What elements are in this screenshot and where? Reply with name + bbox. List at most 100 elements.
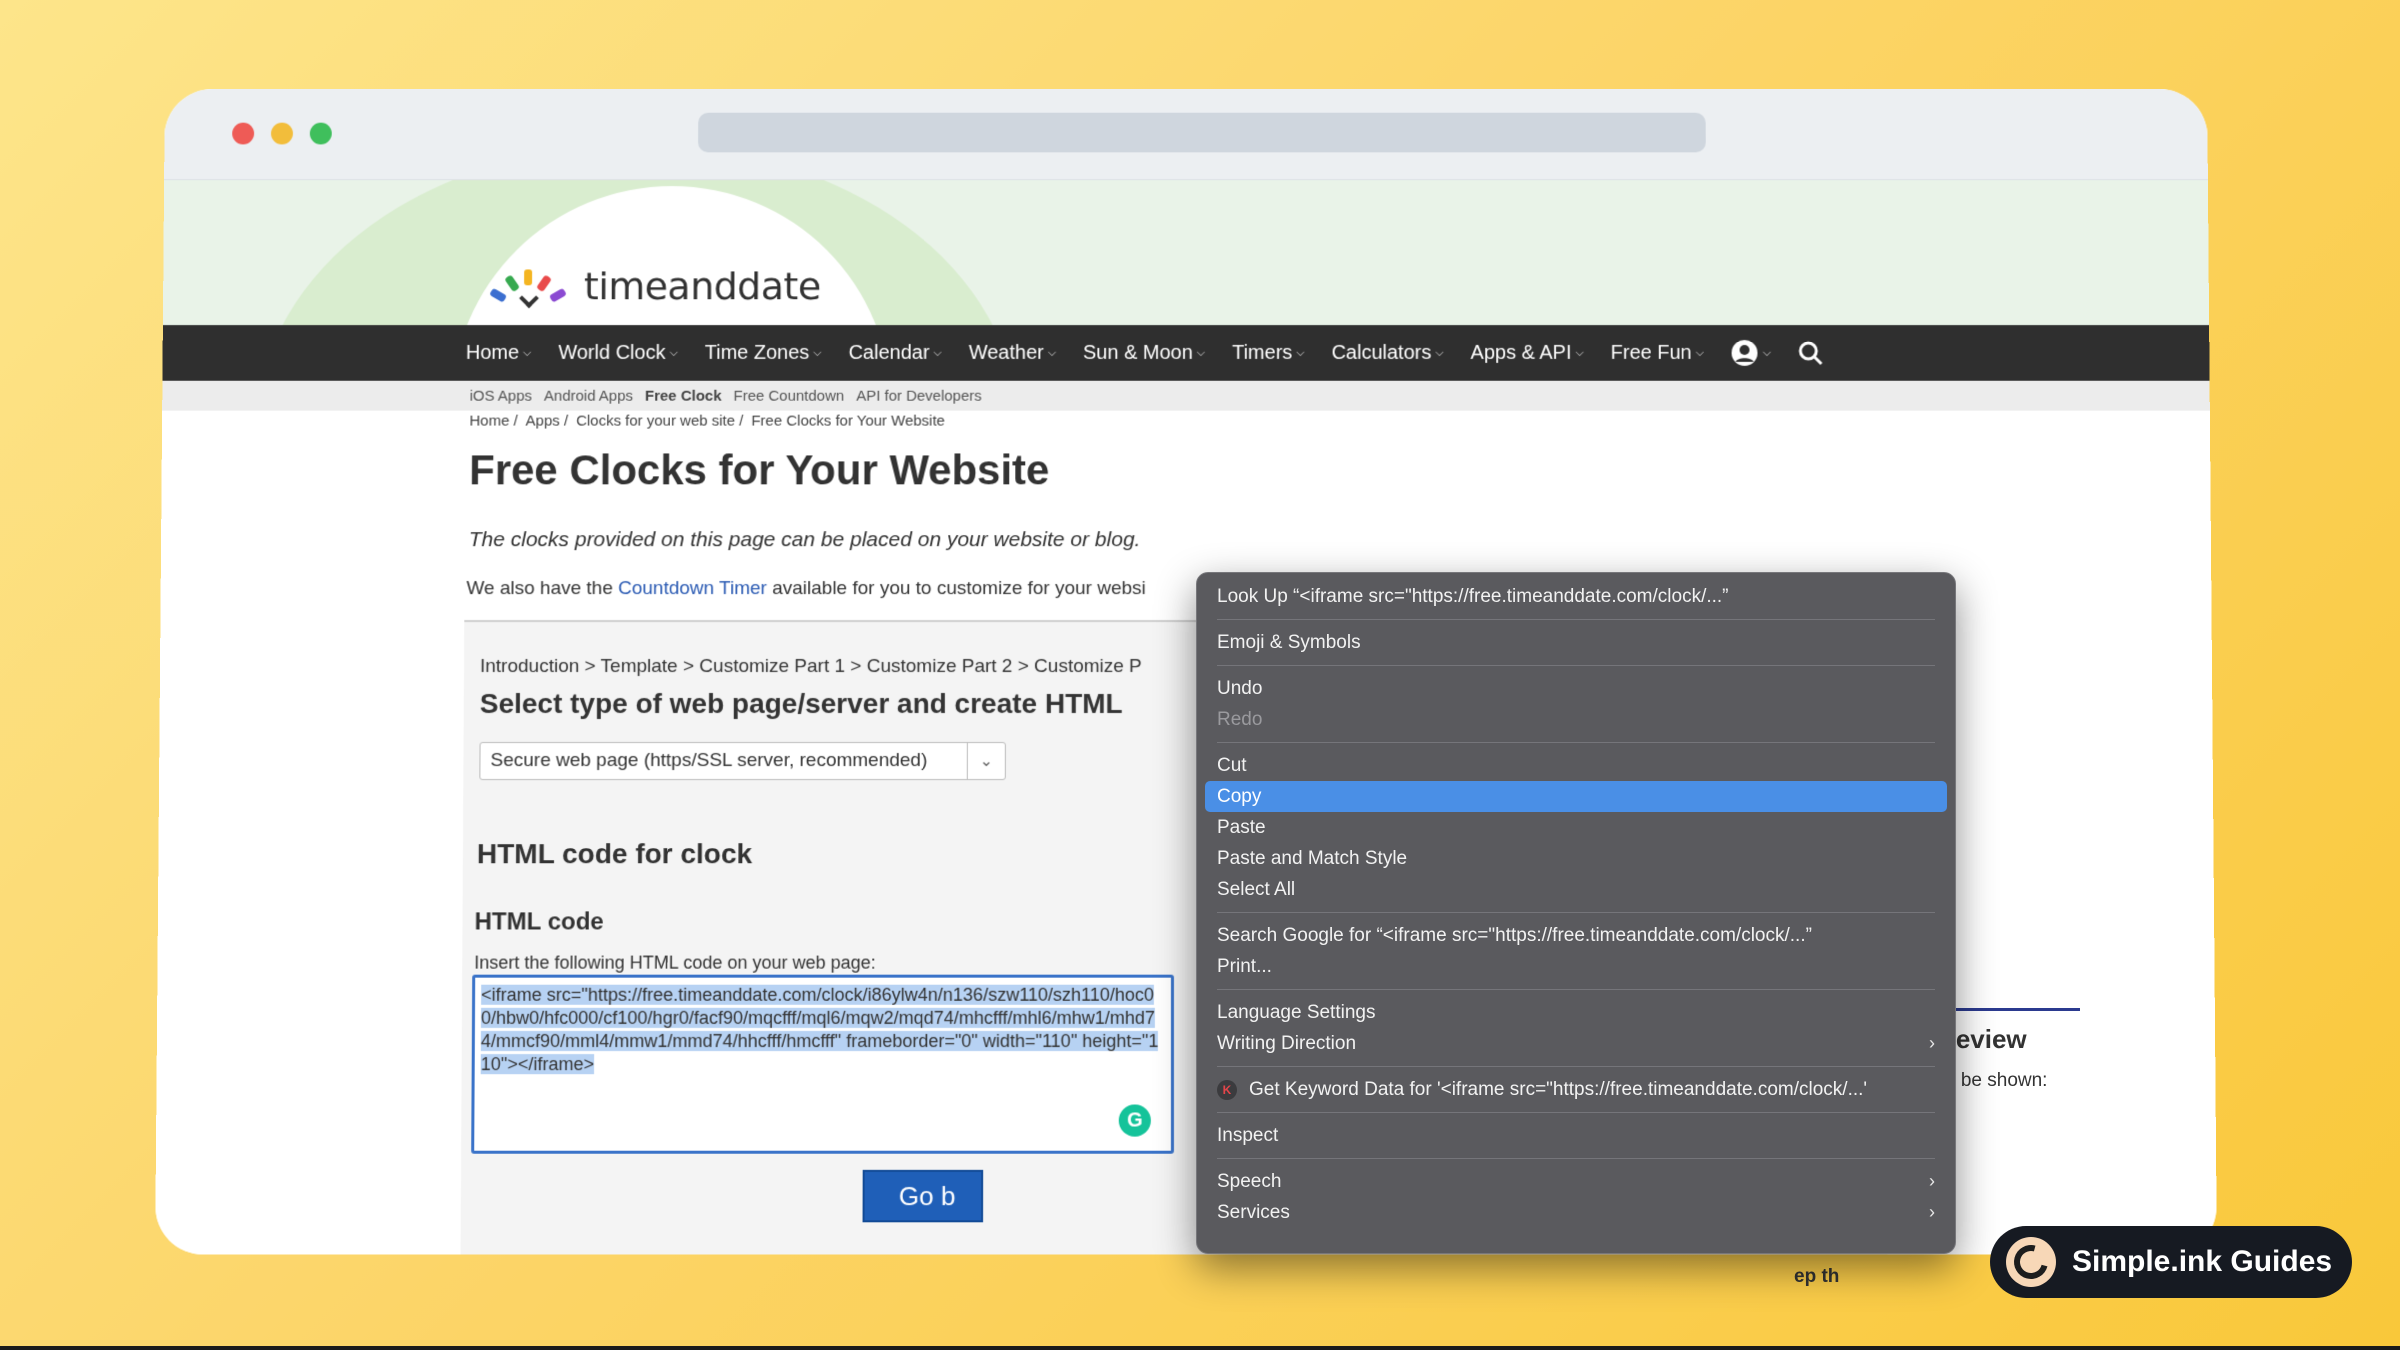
chevron-right-icon: › <box>1929 1202 1935 1223</box>
menu-item-label: Select All <box>1217 879 1295 901</box>
page-intro: The clocks provided on this page can be … <box>469 528 1141 552</box>
chevron-down-icon: ⌵ <box>1296 346 1304 359</box>
subnav-item-android-apps[interactable]: Android Apps <box>544 387 633 404</box>
breadcrumb-item[interactable]: Home / <box>469 413 517 430</box>
menu-item-emoji-symbols[interactable]: Emoji & Symbols <box>1205 627 1947 658</box>
subnav-item-api-for-developers[interactable]: API for Developers <box>856 387 982 404</box>
go-back-button[interactable]: Go b <box>863 1170 984 1222</box>
grammarly-icon[interactable]: G <box>1119 1104 1151 1136</box>
menu-item-undo[interactable]: Undo <box>1205 673 1947 704</box>
countdown-note-suffix: available for you to customize for your … <box>767 578 1146 599</box>
menu-item-label: Look Up “<iframe src="https://free.timea… <box>1217 586 1729 608</box>
html-code-textarea[interactable]: <iframe src="https://free.timeanddate.co… <box>471 975 1174 1154</box>
countdown-note: We also have the Countdown Timer availab… <box>466 578 1145 600</box>
site-logo[interactable]: timeanddate <box>492 263 821 309</box>
chevron-down-icon: ⌵ <box>1575 346 1583 359</box>
menu-item-label: Redo <box>1217 709 1262 731</box>
browser-chrome <box>164 89 2208 180</box>
nav-item-calculators[interactable]: Calculators ⌵ <box>1332 341 1444 364</box>
subnav-item-ios-apps[interactable]: iOS Apps <box>470 387 533 404</box>
countdown-timer-link[interactable]: Countdown Timer <box>618 578 767 599</box>
menu-item-label: Get Keyword Data for '<iframe src="https… <box>1249 1079 1867 1101</box>
menu-item-paste[interactable]: Paste <box>1205 812 1947 843</box>
menu-item-label: Speech <box>1217 1171 1281 1193</box>
menu-item-paste-and-match-style[interactable]: Paste and Match Style <box>1205 843 1947 874</box>
menu-separator <box>1217 665 1935 666</box>
menu-separator <box>1217 989 1935 990</box>
menu-item-inspect[interactable]: Inspect <box>1205 1120 1947 1151</box>
insert-code-label: Insert the following HTML code on your w… <box>474 953 876 974</box>
menu-item-select-all[interactable]: Select All <box>1205 874 1947 905</box>
menu-separator <box>1217 912 1935 913</box>
menu-item-search-google-for[interactable]: Search Google for “<iframe src="https://… <box>1205 920 1947 951</box>
nav-item-label: Free Fun <box>1611 341 1692 364</box>
chevron-right-icon: › <box>1929 1033 1935 1054</box>
chevron-down-icon[interactable]: ⌄ <box>967 743 1005 779</box>
simple-ink-logo-icon <box>2006 1237 2056 1287</box>
nav-item-time-zones[interactable]: Time Zones ⌵ <box>705 341 822 364</box>
selected-code-text: <iframe src="https://free.timeanddate.co… <box>481 985 1159 1074</box>
account-button[interactable]: ⌵ <box>1731 339 1771 367</box>
zoom-window-button[interactable] <box>310 123 332 145</box>
menu-item-label: Paste <box>1217 817 1266 839</box>
subnav-item-free-clock[interactable]: Free Clock <box>645 387 722 404</box>
keywords-everywhere-icon: K <box>1217 1080 1237 1100</box>
nav-item-timers[interactable]: Timers ⌵ <box>1232 341 1305 364</box>
wizard-steps[interactable]: Introduction > Template > Customize Part… <box>480 656 1142 678</box>
bottom-edge <box>0 1346 2400 1350</box>
server-type-select[interactable]: Secure web page (https/SSL server, recom… <box>479 742 1006 780</box>
breadcrumb: Home / Apps / Clocks for your web site / Fr… <box>469 413 945 430</box>
chevron-down-icon: ⌵ <box>1435 346 1443 359</box>
nav-item-world-clock[interactable]: World Clock ⌵ <box>558 341 678 364</box>
breadcrumb-item[interactable]: Clocks for your web site / <box>576 413 743 430</box>
chevron-down-icon: ⌵ <box>1048 346 1056 359</box>
menu-item-language-settings[interactable]: Language Settings <box>1205 997 1947 1028</box>
chevron-down-icon: ⌵ <box>1763 346 1771 359</box>
html-code-heading: HTML code for clock <box>477 838 752 870</box>
main-navigation: Home ⌵ World Clock ⌵ Time Zones ⌵ Calendar ⌵ Wea… <box>162 325 2209 381</box>
close-window-button[interactable] <box>232 123 254 145</box>
logo-icon <box>492 263 576 309</box>
nav-item-apps-api[interactable]: Apps & API ⌵ <box>1471 341 1584 364</box>
subnav-item-free-countdown[interactable]: Free Countdown <box>733 387 844 404</box>
nav-item-label: Home <box>466 341 519 364</box>
keep-text: ep th <box>1794 1266 1839 1288</box>
menu-item-label: Paste and Match Style <box>1217 848 1407 870</box>
breadcrumb-item[interactable]: Apps / <box>526 413 569 430</box>
menu-item-label: Language Settings <box>1217 1002 1375 1024</box>
menu-item-look-up[interactable]: Look Up “<iframe src="https://free.timea… <box>1205 581 1947 612</box>
nav-item-free-fun[interactable]: Free Fun ⌵ <box>1611 341 1704 364</box>
menu-item-cut[interactable]: Cut <box>1205 750 1947 781</box>
nav-item-label: Timers <box>1232 341 1292 364</box>
menu-item-get-keyword-data-for[interactable]: K Get Keyword Data for '<iframe src="http… <box>1205 1074 1947 1105</box>
address-bar[interactable] <box>698 113 1706 153</box>
search-button[interactable] <box>1797 340 1823 366</box>
menu-item-redo: Redo <box>1205 704 1947 735</box>
nav-item-calendar[interactable]: Calendar ⌵ <box>849 341 942 364</box>
nav-item-label: Time Zones <box>705 341 810 364</box>
html-code-subheading: HTML code <box>474 908 603 936</box>
menu-item-speech[interactable]: Speech › <box>1205 1166 1947 1197</box>
chevron-down-icon: ⌵ <box>1197 346 1205 359</box>
page-title: Free Clocks for Your Website <box>469 446 1049 494</box>
menu-item-writing-direction[interactable]: Writing Direction › <box>1205 1028 1947 1059</box>
menu-item-copy[interactable]: Copy <box>1205 781 1947 812</box>
menu-item-label: Undo <box>1217 678 1262 700</box>
menu-separator <box>1217 1066 1935 1067</box>
menu-separator <box>1217 1158 1935 1159</box>
menu-item-print[interactable]: Print... <box>1205 951 1947 982</box>
menu-item-label: Cut <box>1217 755 1247 777</box>
nav-item-label: Weather <box>969 341 1044 364</box>
menu-separator <box>1217 742 1935 743</box>
sub-navigation: iOS Apps Android Apps Free Clock Free Count… <box>162 381 2210 411</box>
nav-item-label: Calculators <box>1332 341 1432 364</box>
nav-item-home[interactable]: Home ⌵ <box>466 341 532 364</box>
menu-item-label: Print... <box>1217 956 1272 978</box>
nav-item-sun-moon[interactable]: Sun & Moon ⌵ <box>1083 341 1205 364</box>
logo-text: timeanddate <box>584 264 821 308</box>
menu-item-services[interactable]: Services › <box>1205 1197 1947 1228</box>
nav-item-weather[interactable]: Weather ⌵ <box>969 341 1056 364</box>
user-icon <box>1731 339 1759 367</box>
minimize-window-button[interactable] <box>271 123 293 145</box>
chevron-down-icon: ⌵ <box>933 346 941 359</box>
